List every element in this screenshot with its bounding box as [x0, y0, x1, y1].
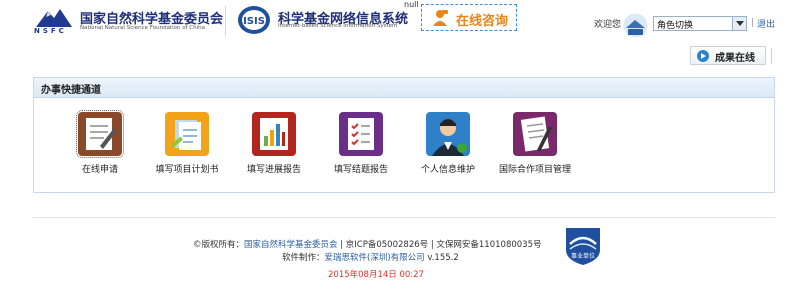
- welcome-text: 欢迎您: [594, 20, 622, 30]
- quick-item-online-application[interactable]: 在线申请: [55, 110, 145, 184]
- quick-item-label: 国际合作项目管理: [498, 165, 571, 175]
- quick-item-label: 填写结题报告: [333, 165, 388, 175]
- international-cooperation-icon: [513, 112, 557, 156]
- personal-info-icon: [426, 112, 470, 156]
- current-datetime: 2015年08月14日 00:27: [328, 270, 424, 280]
- progress-report-icon: [252, 112, 296, 156]
- quick-item-label: 个人信息维护: [420, 165, 475, 175]
- system-name-en: Internet-based Science Information Syste…: [278, 23, 398, 29]
- copyright-icp: | 京ICP备05002826号 | 文保网安备1101080035号: [337, 240, 542, 250]
- quick-access-header: 办事快捷通道: [34, 78, 774, 98]
- version-text: v.155.2: [424, 253, 459, 263]
- role-switch-select[interactable]: 角色切换: [653, 16, 747, 31]
- final-report-icon: [339, 112, 383, 156]
- unit-type-icon: [622, 12, 649, 39]
- quick-item-personal-info[interactable]: 个人信息维护: [403, 112, 493, 184]
- arrow-right-icon: [697, 50, 709, 62]
- badge-text: 事业单位: [571, 252, 595, 260]
- consult-person-icon: [430, 8, 450, 28]
- svg-text:ISIS: ISIS: [243, 16, 265, 27]
- header-divider: [225, 6, 226, 36]
- results-online-button[interactable]: 成果在线: [690, 46, 766, 65]
- logout-link[interactable]: 退出: [757, 17, 775, 30]
- copyright-prefix: ©版权所有：: [193, 240, 245, 250]
- made-by-prefix: 软件制作：: [282, 253, 325, 263]
- results-divider: [771, 48, 772, 64]
- header-separator: |: [751, 18, 755, 28]
- quick-item-project-plan[interactable]: 填写项目计划书: [142, 112, 232, 184]
- null-text: null: [404, 0, 419, 9]
- quick-access-title: 办事快捷通道: [41, 85, 101, 96]
- copyright-line: ©版权所有：国家自然科学基金委员会 | 京ICP备05002826号 | 文保网…: [193, 238, 541, 250]
- results-online-label: 成果在线: [715, 53, 755, 64]
- made-by-company-link[interactable]: 爱瑞思软件(深圳)有限公司: [325, 253, 425, 263]
- quick-item-label: 填写进展报告: [246, 165, 301, 175]
- made-by-line: 软件制作：爱瑞思软件(深圳)有限公司 v.155.2: [282, 251, 459, 263]
- quick-item-label: 填写项目计划书: [155, 165, 219, 175]
- quick-item-label: 在线申请: [81, 165, 118, 175]
- nsfc-acronym: NSFC: [34, 27, 67, 35]
- public-institution-badge[interactable]: 事业单位: [562, 224, 604, 266]
- online-consult-button[interactable]: 在线咨询: [421, 4, 517, 31]
- project-plan-icon: [165, 112, 209, 156]
- chevron-down-icon[interactable]: [732, 17, 746, 30]
- header: NSFC 国家自然科学基金委员会 National Natural Scienc…: [0, 0, 800, 45]
- online-consult-label: 在线咨询: [456, 14, 509, 29]
- nsfc-logo: NSFC: [34, 5, 74, 35]
- quick-item-progress-report[interactable]: 填写进展报告: [229, 112, 319, 184]
- isis-logo: ISIS: [237, 5, 271, 35]
- footer-divider: [33, 217, 775, 218]
- quick-item-final-report[interactable]: 填写结题报告: [316, 112, 406, 184]
- copyright-org-link[interactable]: 国家自然科学基金委员会: [244, 240, 338, 250]
- role-switch-value: 角色切换: [657, 21, 694, 31]
- quick-item-international-cooperation[interactable]: 国际合作项目管理: [490, 112, 580, 184]
- org-name-en: National Natural Science Foundation of C…: [80, 25, 205, 31]
- online-application-icon: [76, 110, 124, 158]
